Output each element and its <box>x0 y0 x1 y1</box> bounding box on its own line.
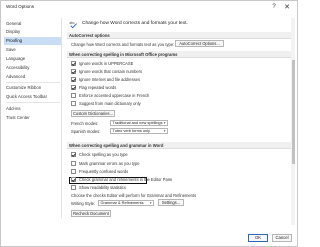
writing-style-label: Writing Style: <box>71 201 96 206</box>
checkbox-label[interactable]: Ignore words in UPPERCASE <box>79 61 133 66</box>
checkbox-label[interactable]: Check grammar and refinements in the Edi… <box>79 177 172 182</box>
autocorrect-options-button[interactable]: AutoCorrect Options... <box>175 40 224 47</box>
close-icon[interactable]: ✕ <box>282 2 292 13</box>
section-header-autocorrect: AutoCorrect options <box>67 32 292 39</box>
french-modes-value: Traditional and new spellings <box>112 120 163 125</box>
cancel-button[interactable]: Cancel <box>272 234 292 242</box>
custom-dictionaries-button[interactable]: Custom Dictionaries... <box>71 110 115 117</box>
help-icon[interactable]: ? <box>269 2 279 13</box>
proofing-panel: abc Change how Word corrects and formats… <box>64 18 294 224</box>
checkbox-frequently-confused-words[interactable] <box>71 169 76 174</box>
checkbox-ignore-numbers[interactable] <box>71 69 76 74</box>
sidebar-item-advanced[interactable]: Advanced <box>4 73 61 81</box>
choose-checks-text: Choose the checks Editor will perform fo… <box>71 193 197 198</box>
sidebar-item-trust-center[interactable]: Trust Center <box>4 114 61 122</box>
sidebar-item-language[interactable]: Language <box>4 55 61 63</box>
chevron-down-icon: ▾ <box>149 201 152 205</box>
sidebar-item-customize-ribbon[interactable]: Customize Ribbon <box>4 84 61 92</box>
autocorrect-description: Change how Word corrects and formats tex… <box>71 42 175 47</box>
scrollbar-thumb[interactable] <box>291 60 295 164</box>
sidebar-item-save[interactable]: Save <box>4 46 61 54</box>
window-title: Word Options <box>6 4 34 9</box>
sidebar-item-quick-access-toolbar[interactable]: Quick Access Toolbar <box>4 93 61 101</box>
intro-text: Change how Word corrects and formats you… <box>82 21 188 26</box>
sidebar-nav: General Display Proofing Save Language A… <box>4 18 62 218</box>
sidebar-item-accessibility[interactable]: Accessibility <box>4 64 61 72</box>
checkbox-check-grammar-editor-pane[interactable] <box>71 177 76 182</box>
sidebar-divider <box>6 102 60 103</box>
settings-button[interactable]: Settings... <box>158 199 184 206</box>
checkbox-label[interactable]: Enforce accented uppercase in French <box>79 93 149 98</box>
chevron-down-icon: ▾ <box>163 129 166 133</box>
checkbox-show-readability-statistics[interactable] <box>71 185 76 190</box>
sidebar-divider <box>6 82 60 83</box>
abc-check-icon: abc <box>69 21 78 29</box>
title-bar: Word Options ? ✕ <box>1 1 297 16</box>
checkbox-label[interactable]: Frequently confused words <box>79 169 128 174</box>
spanish-modes-select[interactable]: Tuteo verb forms only ▾ <box>110 128 168 134</box>
checkbox-suggest-main-dictionary[interactable] <box>71 101 76 106</box>
checkbox-flag-repeated-words[interactable] <box>71 85 76 90</box>
word-options-dialog: Word Options ? ✕ General Display Proofin… <box>0 0 298 247</box>
checkbox-ignore-internet-addresses[interactable] <box>71 77 76 82</box>
sidebar-item-general[interactable]: General <box>4 20 61 28</box>
sidebar-item-proofing[interactable]: Proofing <box>4 37 61 45</box>
ok-button[interactable]: OK <box>248 234 268 242</box>
checkbox-ignore-uppercase[interactable] <box>71 61 76 66</box>
section-header-office-spelling: When correcting spelling in Microsoft Of… <box>67 51 292 58</box>
checkbox-enforce-accented-uppercase[interactable] <box>71 93 76 98</box>
checkbox-label[interactable]: Check spelling as you type <box>79 152 128 157</box>
checkbox-label[interactable]: Suggest from main dictionary only <box>79 101 141 106</box>
spanish-modes-label: Spanish modes: <box>71 129 101 134</box>
checkbox-label[interactable]: Show readability statistics <box>79 185 126 190</box>
writing-style-select[interactable]: Grammar & Refinements ▾ <box>98 200 154 206</box>
checkbox-label[interactable]: Flag repeated words <box>79 85 116 90</box>
checkbox-label[interactable]: Ignore words that contain numbers <box>79 69 142 74</box>
sidebar-item-display[interactable]: Display <box>4 28 61 36</box>
chevron-down-icon: ▾ <box>163 121 166 125</box>
french-modes-select[interactable]: Traditional and new spellings ▾ <box>110 120 168 126</box>
vertical-scrollbar[interactable] <box>291 18 295 225</box>
checkbox-mark-grammar-errors[interactable] <box>71 161 76 166</box>
recheck-document-button[interactable]: Recheck Document <box>71 210 111 217</box>
checkbox-label[interactable]: Ignore Internet and file addresses <box>79 77 140 82</box>
sidebar-item-add-ins[interactable]: Add-ins <box>4 105 61 113</box>
checkbox-label[interactable]: Mark grammar errors as you type <box>79 161 140 166</box>
french-modes-label: French modes: <box>71 121 99 126</box>
spanish-modes-value: Tuteo verb forms only <box>112 128 150 133</box>
writing-style-value: Grammar & Refinements <box>100 200 144 205</box>
checkbox-check-spelling-as-you-type[interactable] <box>71 152 76 157</box>
section-header-word-spelling: When correcting spelling and grammar in … <box>67 142 292 149</box>
svg-text:abc: abc <box>69 21 75 25</box>
